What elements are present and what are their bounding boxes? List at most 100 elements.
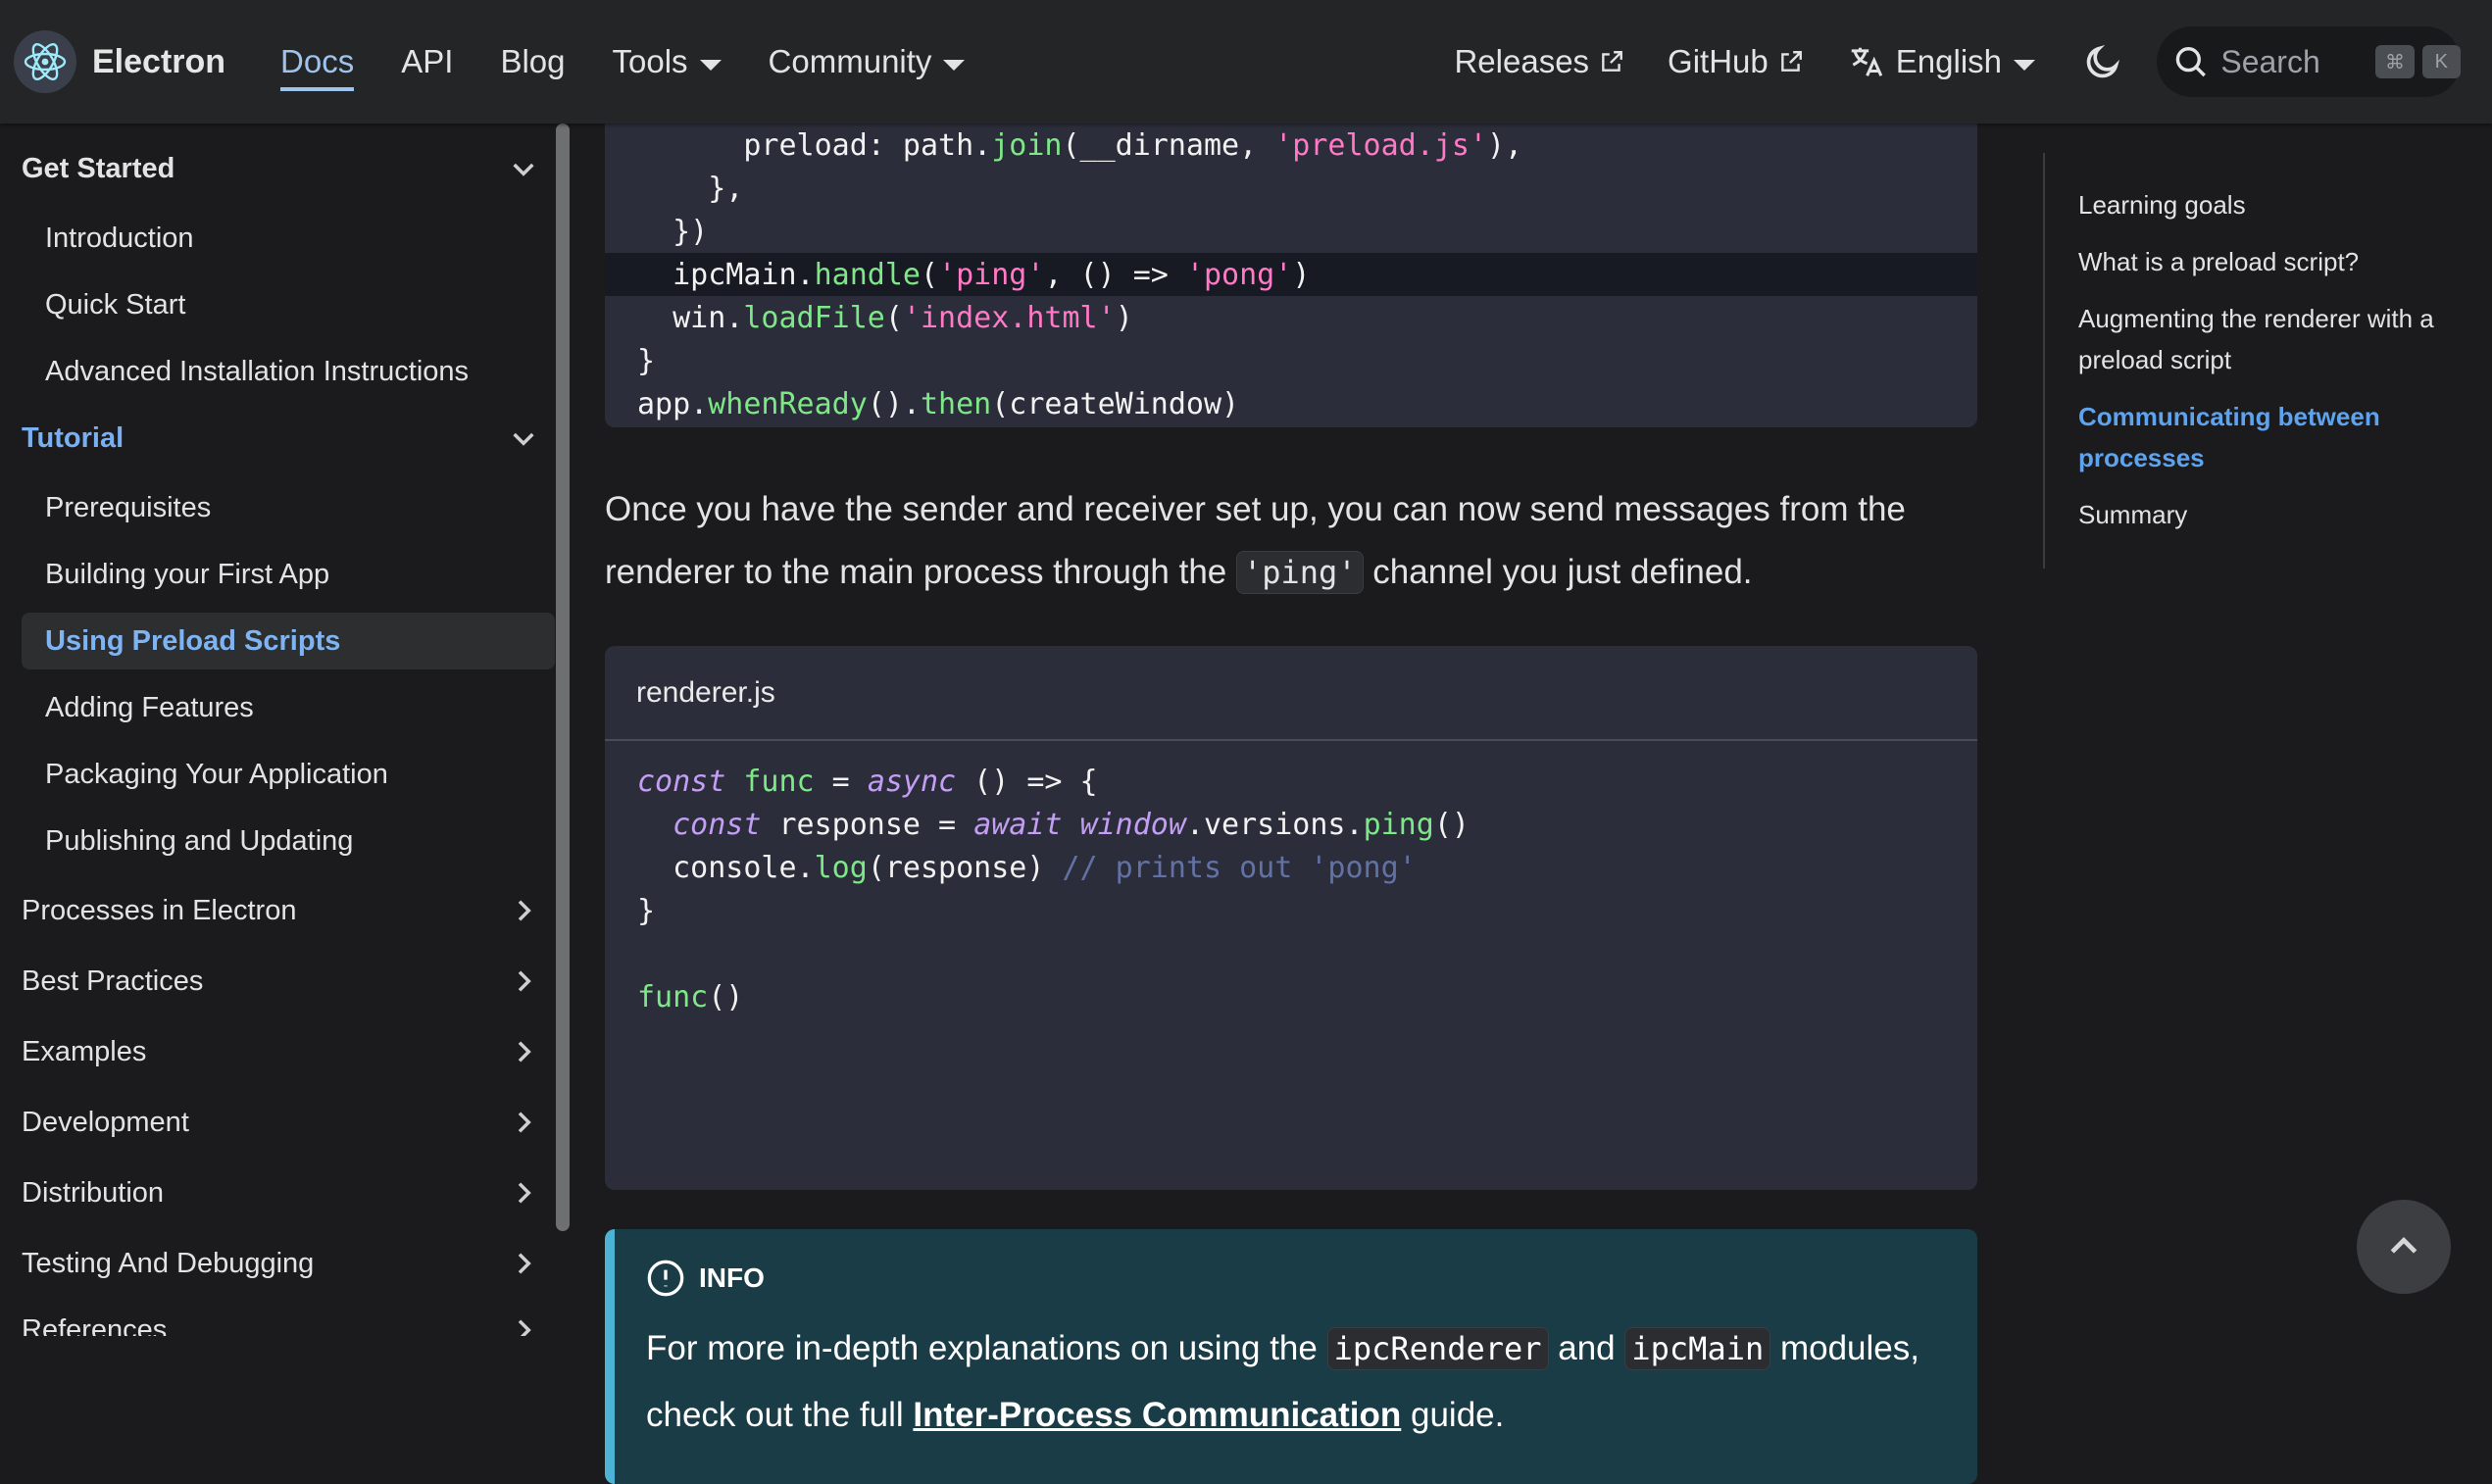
nav-releases-link[interactable]: Releases <box>1454 32 1624 91</box>
paragraph-text-after: channel you just defined. <box>1363 553 1753 591</box>
code-token: () <box>1433 807 1470 842</box>
caret-down-icon <box>943 59 966 71</box>
code-token: (response) <box>867 850 1063 885</box>
sidebar-category-label: Testing And Debugging <box>22 1247 315 1279</box>
nav-github-label: GitHub <box>1668 43 1769 79</box>
code-line: const response = await window .versions. p… <box>605 803 1977 846</box>
code-token: 'preload.js' <box>1274 127 1487 163</box>
chevron-right-icon[interactable] <box>506 1246 541 1281</box>
sidebar-item-packaging[interactable]: Packaging Your Application <box>22 746 555 803</box>
nav-community-label: Community <box>768 43 932 79</box>
chevron-right-icon[interactable] <box>506 1312 541 1336</box>
kbd-command: ⌘ <box>2375 45 2415 78</box>
code-block-title: renderer.js <box>605 646 1977 741</box>
sidebar-item-adding-features[interactable]: Adding Features <box>22 679 555 736</box>
code-block-renderer-js: renderer.js const func = async () => { c… <box>605 646 1977 1190</box>
code-token: 'pong' <box>1185 257 1293 292</box>
code-token: async <box>867 764 957 799</box>
toc-item-augmenting-renderer[interactable]: Augmenting the renderer with a preload s… <box>2078 298 2451 380</box>
nav-releases-label: Releases <box>1454 43 1590 79</box>
code-token: 'ping' <box>938 257 1045 292</box>
info-admonition: INFO For more in-depth explanations on u… <box>605 1229 1977 1484</box>
search-box[interactable]: ⌘ K <box>2157 26 2462 97</box>
toc-item-communicating[interactable]: Communicating between processes <box>2078 396 2451 478</box>
search-icon <box>2175 47 2206 77</box>
sidebar-category-references[interactable]: References <box>22 1303 541 1336</box>
code-token: ping <box>1363 807 1434 842</box>
chevron-down-icon[interactable] <box>506 420 541 456</box>
chevron-right-icon[interactable] <box>506 964 541 999</box>
code-token: // prints out 'pong' <box>1062 850 1417 885</box>
code-line: preload: path. join (__dirname, 'preload.j… <box>605 124 1977 167</box>
nav-api-link[interactable]: API <box>401 32 453 91</box>
chevron-up-icon <box>2390 1237 2417 1254</box>
theme-toggle-button[interactable] <box>2078 37 2127 86</box>
code-line: console. log (response) // prints out 'pon… <box>605 846 1977 889</box>
sidebar-item-publishing[interactable]: Publishing and Updating <box>22 813 555 869</box>
sidebar-category-distribution[interactable]: Distribution <box>22 1165 541 1220</box>
search-input[interactable] <box>2220 43 2368 80</box>
sidebar-category-best-practices[interactable]: Best Practices <box>22 954 541 1009</box>
code-line: const func = async () => { <box>605 760 1977 803</box>
sidebar-item-prerequisites[interactable]: Prerequisites <box>22 479 555 536</box>
toc-item-learning-goals[interactable]: Learning goals <box>2078 184 2451 225</box>
inline-code-ipcrenderer: ipcRenderer <box>1326 1327 1549 1370</box>
sidebar-item-quick-start[interactable]: Quick Start <box>22 276 555 333</box>
toc-item-summary[interactable]: Summary <box>2078 494 2451 535</box>
chevron-right-icon[interactable] <box>506 1175 541 1211</box>
code-line: app. whenReady (). then (createWindow) <box>605 382 1977 425</box>
top-navbar: Electron Docs API Blog Tools Community R… <box>0 0 2492 124</box>
code-token: ), <box>1486 127 1523 163</box>
code-token: app. <box>637 386 709 421</box>
code-line: func() <box>605 975 1977 1018</box>
nav-github-link[interactable]: GitHub <box>1668 32 1804 91</box>
code-token: await <box>973 807 1063 842</box>
sidebar-category-label: Best Practices <box>22 965 204 997</box>
sidebar-item-introduction[interactable]: Introduction <box>22 210 555 267</box>
nav-blog-link[interactable]: Blog <box>500 32 565 91</box>
info-text-4: guide. <box>1401 1396 1505 1434</box>
sidebar-category-development[interactable]: Development <box>22 1095 541 1150</box>
nav-community-dropdown[interactable]: Community <box>769 32 966 91</box>
code-token: response = <box>761 807 974 842</box>
external-link-icon <box>1780 51 1802 72</box>
external-link-icon <box>1602 51 1622 72</box>
code-token: (__dirname, <box>1062 127 1275 163</box>
sidebar-item-preload-scripts[interactable]: Using Preload Scripts <box>22 613 555 669</box>
sidebar-item-advanced-installation[interactable]: Advanced Installation Instructions <box>22 343 555 400</box>
code-token: ( <box>921 257 939 292</box>
code-token: log <box>814 850 868 885</box>
nav-tools-dropdown[interactable]: Tools <box>613 32 722 91</box>
nav-docs-link[interactable]: Docs <box>280 32 355 91</box>
ipc-guide-link[interactable]: Inter-Process Communication <box>913 1396 1401 1434</box>
chevron-right-icon[interactable] <box>506 893 541 928</box>
sidebar-category-testing[interactable]: Testing And Debugging <box>22 1236 541 1291</box>
chevron-right-icon[interactable] <box>506 1034 541 1069</box>
back-to-top-button[interactable] <box>2357 1200 2451 1294</box>
code-token: ) <box>1115 300 1133 335</box>
language-dropdown[interactable]: English <box>1847 32 2035 91</box>
toc-item-what-is-preload[interactable]: What is a preload script? <box>2078 241 2451 282</box>
chevron-down-icon[interactable] <box>506 151 541 186</box>
info-text-1: For more in-depth explanations on using … <box>646 1329 1327 1367</box>
code-token: (). <box>867 386 921 421</box>
sidebar-category-examples[interactable]: Examples <box>22 1024 541 1079</box>
code-token: join <box>991 127 1063 163</box>
sidebar-category-label: Processes in Electron <box>22 894 297 926</box>
sidebar-category-tutorial[interactable]: Tutorial <box>22 411 541 466</box>
sidebar-item-first-app[interactable]: Building your First App <box>22 546 555 603</box>
code-line: }) <box>605 210 1977 253</box>
moon-icon <box>2086 44 2120 78</box>
sidebar-category-get-started[interactable]: Get Started <box>22 141 541 196</box>
sidebar-category-label: References <box>22 1313 168 1337</box>
admonition-label: INFO <box>699 1262 765 1293</box>
sidebar-category-processes[interactable]: Processes in Electron <box>22 883 541 938</box>
brand-name: Electron <box>92 42 226 80</box>
sidebar-scrollbar-thumb[interactable] <box>556 124 570 1231</box>
code-token: func <box>743 764 815 799</box>
brand-link[interactable]: Electron <box>14 30 225 93</box>
chevron-right-icon[interactable] <box>506 1105 541 1140</box>
kbd-k: K <box>2421 45 2462 78</box>
